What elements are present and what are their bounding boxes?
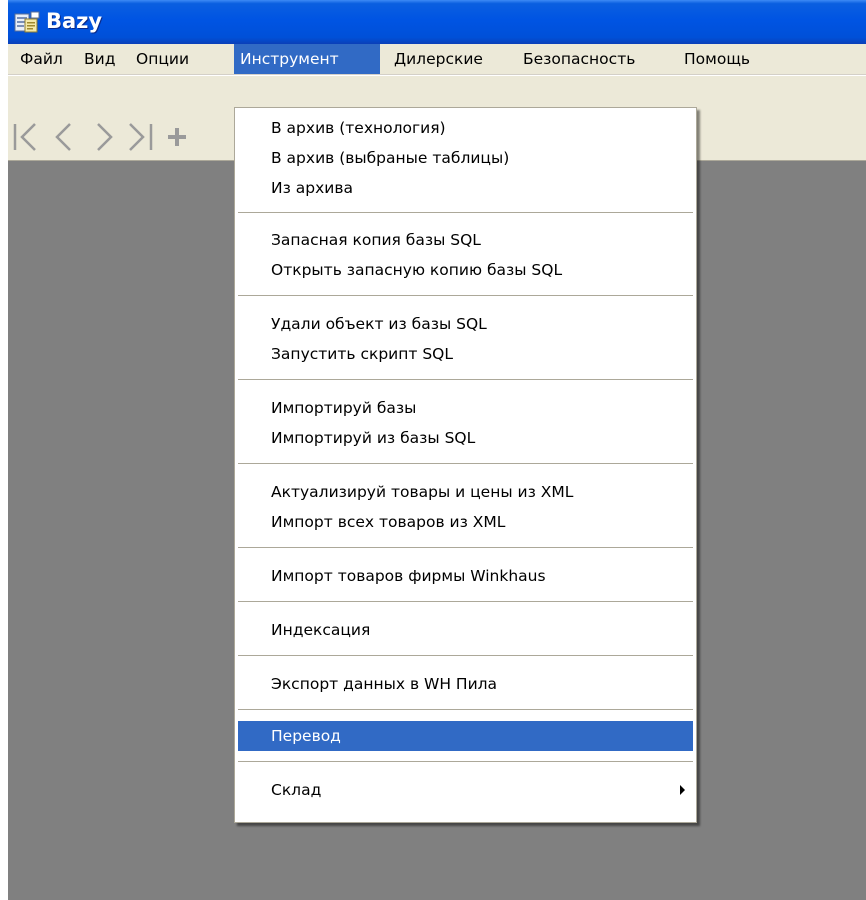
menu-dealers[interactable]: Дилерские xyxy=(388,44,489,74)
tools-dropdown-menu: В архив (технология) В архив (выбраные т… xyxy=(234,107,697,823)
menu-separator xyxy=(238,709,693,710)
title-bar[interactable]: Bazy xyxy=(8,0,866,44)
submenu-arrow-icon xyxy=(680,785,685,795)
menu-item-export-wh-saw[interactable]: Экспорт данных в WH Пила xyxy=(238,669,693,699)
menu-separator xyxy=(238,655,693,656)
window-title: Bazy xyxy=(46,9,103,33)
last-record-icon[interactable] xyxy=(129,123,153,151)
menu-file[interactable]: Файл xyxy=(14,44,69,74)
menu-item-warehouse-label: Склад xyxy=(271,781,322,799)
add-record-icon[interactable] xyxy=(168,128,186,146)
menu-item-import-winkhaus[interactable]: Импорт товаров фирмы Winkhaus xyxy=(238,561,693,591)
menu-bar: Файл Вид Опции Инструмент Дилерские Безо… xyxy=(8,44,866,75)
app-icon xyxy=(14,11,40,33)
menu-item-run-sql-script[interactable]: Запустить скрипт SQL xyxy=(238,339,693,369)
menu-separator xyxy=(238,295,693,296)
menu-item-archive-technology[interactable]: В архив (технология) xyxy=(238,113,693,143)
menu-options[interactable]: Опции xyxy=(130,44,195,74)
menu-separator xyxy=(238,761,693,762)
menu-item-archive-selected-tables[interactable]: В архив (выбраные таблицы) xyxy=(238,143,693,173)
menu-view[interactable]: Вид xyxy=(78,44,121,74)
previous-record-icon[interactable] xyxy=(55,123,71,151)
next-record-icon[interactable] xyxy=(97,123,113,151)
menu-item-update-products-prices-xml[interactable]: Актуализируй товары и цены из XML xyxy=(238,477,693,507)
menu-item-import-all-products-xml[interactable]: Импорт всех товаров из XML xyxy=(238,507,693,537)
menu-separator xyxy=(238,379,693,380)
menu-item-warehouse[interactable]: Склад xyxy=(238,775,693,805)
menu-item-indexing[interactable]: Индексация xyxy=(238,615,693,645)
menu-item-delete-sql-object[interactable]: Удали объект из базы SQL xyxy=(238,309,693,339)
menu-item-open-sql-backup[interactable]: Открыть запасную копию базы SQL xyxy=(238,255,693,285)
menu-item-from-archive[interactable]: Из архива xyxy=(238,173,693,203)
main-window: Bazy Файл Вид Опции Инструмент Дилерские… xyxy=(8,0,866,900)
menu-tools[interactable]: Инструмент xyxy=(234,44,380,74)
menu-item-import-databases[interactable]: Импортируй базы xyxy=(238,393,693,423)
menu-separator xyxy=(238,212,693,213)
menu-item-sql-backup[interactable]: Запасная копия базы SQL xyxy=(238,225,693,255)
first-record-icon[interactable] xyxy=(13,123,36,151)
menu-separator xyxy=(238,547,693,548)
menu-security[interactable]: Безопасность xyxy=(517,44,641,74)
menu-item-translation[interactable]: Перевод xyxy=(238,721,693,751)
toolbar-buttons xyxy=(13,123,186,151)
menu-help[interactable]: Помощь xyxy=(678,44,756,74)
menu-separator xyxy=(238,601,693,602)
menu-separator xyxy=(238,463,693,464)
menu-item-import-from-sql[interactable]: Импортируй из базы SQL xyxy=(238,423,693,453)
